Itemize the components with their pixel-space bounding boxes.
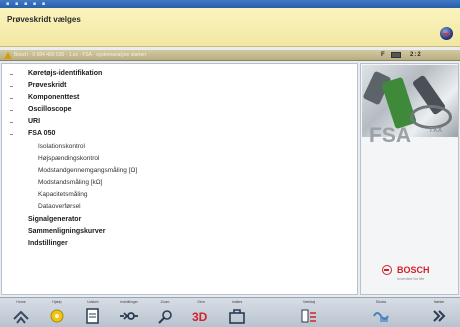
tree-item-signal-generator[interactable]: Signalgenerator bbox=[28, 216, 81, 223]
tools-button[interactable]: Værktøj bbox=[294, 300, 324, 327]
tools-icon bbox=[301, 309, 316, 323]
product-name: FSA bbox=[369, 124, 411, 147]
home-icon bbox=[13, 310, 29, 324]
tree-item-fsa[interactable]: FSA 050 bbox=[10, 130, 56, 137]
tree-item-label: Modstandsmåling [kΩ] bbox=[38, 179, 103, 186]
tree-item-label: Oscilloscope bbox=[28, 106, 72, 113]
tree-subitem-continuity[interactable]: Modstandgennemgangsmåling [Ω] bbox=[38, 167, 137, 174]
extra-button[interactable]: Ekstra bbox=[366, 300, 396, 327]
tree-item-label: Signalgenerator bbox=[28, 216, 82, 223]
home-button[interactable]: Home bbox=[6, 300, 36, 327]
zoom-icon bbox=[158, 310, 172, 324]
toolbar-label: Værktøj bbox=[302, 300, 316, 304]
header: Prøveskridt vælges bbox=[0, 8, 460, 47]
toolbar-label: Indlæs bbox=[231, 300, 243, 304]
status-indicator-3: 2:2 bbox=[410, 52, 422, 58]
tree-item-vehicle-id[interactable]: Køretøjs-identifikation bbox=[10, 70, 103, 77]
help-button[interactable]: Hjælp bbox=[42, 300, 72, 327]
product-model: 7XX bbox=[429, 127, 443, 134]
load-icon bbox=[229, 309, 245, 324]
settings-button[interactable]: Indstillinger bbox=[114, 300, 144, 327]
tree-item-component-test[interactable]: Komponenttest bbox=[10, 94, 80, 101]
status-orb-icon[interactable] bbox=[440, 27, 453, 40]
tree-item-settings[interactable]: Indstillinger bbox=[28, 240, 68, 247]
zoom-button[interactable]: Zoom bbox=[150, 300, 180, 327]
save-button[interactable]: Gem 3D bbox=[186, 300, 216, 327]
brand-name: BOSCH bbox=[397, 265, 430, 275]
tree-item-label: Prøveskridt bbox=[28, 82, 67, 89]
next-icon bbox=[433, 310, 446, 322]
tree-item-uri[interactable]: URI bbox=[10, 118, 41, 125]
status-indicator-1: F bbox=[381, 52, 385, 58]
next-button[interactable]: Næste bbox=[424, 300, 454, 327]
tree-subitem-data-transfer[interactable]: Dataoverførsel bbox=[38, 203, 81, 210]
page-title: Prøveskridt vælges bbox=[7, 15, 81, 24]
tree-item-label: Isolationskontrol bbox=[38, 143, 85, 150]
bosch-logo-icon bbox=[382, 265, 392, 275]
window-titlebar: ▪ ▪ ▪ ▪ ▪ bbox=[0, 0, 460, 8]
toolbar-label: Gem bbox=[197, 300, 205, 304]
toolbar-label: Zoom bbox=[160, 300, 170, 304]
save-icon: 3D bbox=[192, 310, 208, 324]
tree-subitem-high-voltage[interactable]: Højspændingskontrol bbox=[38, 155, 99, 162]
tree-item-label: Indstillinger bbox=[28, 240, 68, 247]
tree-item-label: Højspændingskontrol bbox=[38, 155, 100, 162]
brand-tagline: Invented for life bbox=[397, 276, 425, 281]
tree-item-label: Kapacitetsmåling bbox=[38, 191, 88, 198]
tree-item-label: Køretøjs-identifikation bbox=[28, 70, 103, 77]
tree-item-label: FSA 050 bbox=[28, 130, 56, 137]
help-icon bbox=[50, 309, 64, 323]
status-text: Bosch · 0 684 400 630 · 1.xx · FSA · sys… bbox=[14, 52, 147, 58]
extra-icon bbox=[373, 312, 389, 322]
tree-item-label: Sammenligningskurver bbox=[28, 228, 106, 235]
tree-item-comparison-curves[interactable]: Sammenligningskurver bbox=[28, 228, 105, 235]
battery-icon bbox=[391, 52, 401, 58]
tree-item-label: Dataoverførsel bbox=[38, 203, 81, 210]
toolbar-label: Hjælp bbox=[52, 300, 62, 304]
titlebar-dots: ▪ ▪ ▪ ▪ ▪ bbox=[6, 1, 48, 7]
tree-item-test-step[interactable]: Prøveskridt bbox=[10, 82, 67, 89]
toolbar-label: Udskriv bbox=[87, 300, 99, 304]
product-panel: FSA 7XX BOSCH Invented for life bbox=[360, 63, 459, 295]
settings-icon bbox=[120, 312, 138, 320]
toolbar-label: Næste bbox=[433, 300, 445, 304]
print-button[interactable]: Udskriv bbox=[78, 300, 108, 327]
warning-icon bbox=[4, 52, 12, 59]
tree-item-label: URI bbox=[28, 118, 41, 125]
function-toolbar: Home Hjælp Udskriv Indstillinger Zoom Ge… bbox=[0, 297, 460, 327]
tree-subitem-insulation[interactable]: Isolationskontrol bbox=[38, 143, 85, 150]
tree-item-label: Modstandgennemgangsmåling [Ω] bbox=[38, 167, 138, 174]
test-step-tree: Køretøjs-identifikation Prøveskridt Komp… bbox=[1, 63, 358, 295]
toolbar-label: Home bbox=[16, 300, 26, 304]
tree-subitem-capacitance[interactable]: Kapacitetsmåling bbox=[38, 191, 88, 198]
print-icon bbox=[86, 308, 99, 324]
svg-text:3D: 3D bbox=[192, 310, 208, 324]
status-bar: Bosch · 0 684 400 630 · 1.xx · FSA · sys… bbox=[0, 50, 460, 61]
toolbar-label: Ekstra bbox=[376, 300, 386, 304]
toolbar-label: Indstillinger bbox=[120, 300, 138, 304]
tree-item-oscilloscope[interactable]: Oscilloscope bbox=[10, 106, 72, 113]
load-button[interactable]: Indlæs bbox=[222, 300, 252, 327]
tree-subitem-resistance[interactable]: Modstandsmåling [kΩ] bbox=[38, 179, 102, 186]
tree-item-label: Komponenttest bbox=[28, 94, 80, 101]
